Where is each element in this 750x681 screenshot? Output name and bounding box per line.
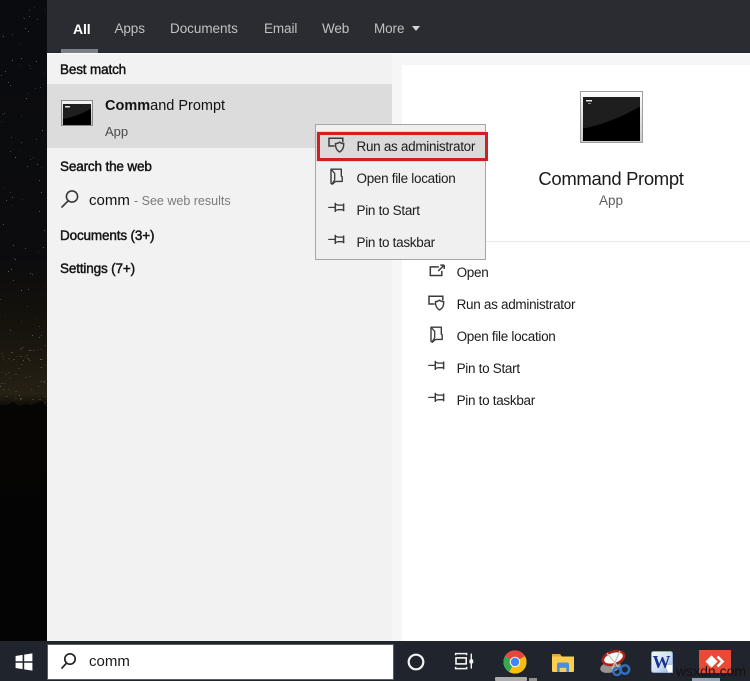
svg-text:W: W [653, 652, 671, 672]
